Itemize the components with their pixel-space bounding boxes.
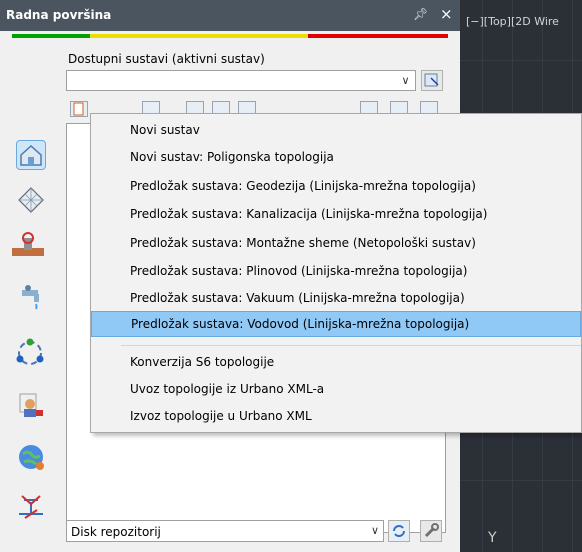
wrench-icon[interactable] (420, 520, 442, 542)
menu-item-template-sewage[interactable]: Predložak sustava: Kanalizacija (Linijsk… (91, 202, 581, 228)
home-icon[interactable] (16, 140, 46, 170)
menu-item-template-geodesy[interactable]: Predložak sustava: Geodezija (Linijska-m… (91, 174, 581, 200)
repository-combo-value: Disk repozitorij (71, 525, 161, 539)
menu-separator (121, 345, 581, 346)
route-split-icon[interactable] (16, 492, 46, 522)
new-system-context-menu: Novi sustav Novi sustav: Poligonska topo… (90, 113, 582, 433)
menu-item-new-polygon-system[interactable]: Novi sustav: Poligonska topologija (91, 145, 581, 171)
pin-icon[interactable]: 📌︎ (413, 7, 428, 21)
new-system-button[interactable] (70, 101, 88, 117)
pipe-valve-icon[interactable] (10, 232, 46, 262)
repository-refresh-button[interactable] (388, 520, 410, 542)
status-segment-green (12, 34, 90, 38)
status-color-bar (12, 34, 448, 38)
menu-item-template-gas[interactable]: Predložak sustava: Plinovod (Linijska-mr… (91, 259, 581, 285)
menu-item-template-water[interactable]: Predložak sustava: Vodovod (Linijska-mre… (91, 311, 581, 337)
network-cycle-icon[interactable] (14, 337, 44, 367)
menu-item-convert-s6[interactable]: Konverzija S6 topologije (91, 350, 581, 376)
menu-item-new-system[interactable]: Novi sustav (91, 118, 581, 144)
menu-item-template-assembly[interactable]: Predložak sustava: Montažne sheme (Netop… (91, 231, 581, 257)
grid-icon[interactable] (16, 185, 46, 215)
systems-combo[interactable]: ∨ (66, 70, 416, 91)
palette-title: Radna površina (6, 8, 112, 22)
chevron-down-icon[interactable]: ∨ (398, 73, 413, 88)
close-icon[interactable]: × (440, 5, 453, 23)
faucet-icon[interactable] (16, 282, 46, 312)
status-segment-yellow (90, 34, 308, 38)
grid-line (460, 480, 582, 481)
menu-item-import-urbano-xml[interactable]: Uvoz topologije iz Urbano XML-a (91, 377, 581, 403)
menu-item-export-urbano-xml[interactable]: Izvoz topologije u Urbano XML (91, 404, 581, 430)
ucs-icon: Y (488, 530, 497, 546)
repository-combo[interactable]: Disk repozitorij ∨ (66, 520, 384, 542)
select-system-button[interactable] (421, 70, 443, 91)
systems-label: Dostupni sustavi (aktivni sustav) (68, 52, 265, 66)
chevron-down-icon[interactable]: ∨ (371, 524, 379, 537)
user-settings-icon[interactable] (16, 390, 46, 420)
menu-item-template-vacuum[interactable]: Predložak sustava: Vakuum (Linijska-mrež… (91, 286, 581, 312)
status-segment-red (308, 34, 448, 38)
palette-titlebar[interactable]: Radna površina 📌︎ × (0, 0, 460, 31)
grid-line (460, 60, 582, 61)
globe-icon[interactable] (16, 442, 46, 472)
viewport-title[interactable]: [−][Top][2D Wire (466, 15, 559, 28)
